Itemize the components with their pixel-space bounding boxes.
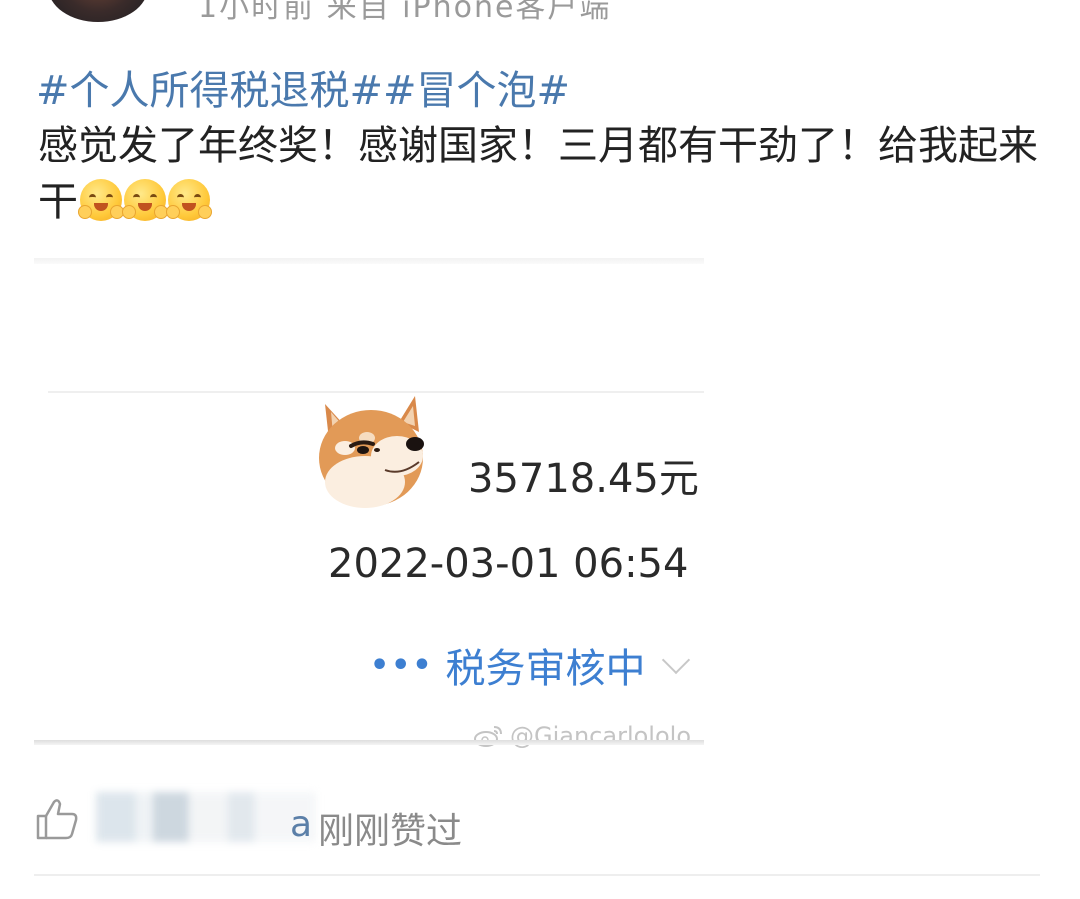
status-dots: ••• — [370, 647, 434, 683]
section-divider — [34, 874, 1040, 876]
shiba-doge-icon — [319, 396, 424, 508]
hugging-face-emoji-icon — [122, 179, 168, 221]
username-tail[interactable]: a — [290, 804, 312, 845]
post-meta: 1小时前 来自 iPhone客户端 — [198, 0, 612, 25]
likes-row: a 刚刚赞过 — [34, 786, 734, 856]
thumbs-up-icon[interactable] — [34, 796, 80, 842]
blurred-username[interactable] — [96, 792, 316, 842]
user-avatar[interactable] — [48, 0, 148, 22]
watermark-text: @Giancarlololo — [510, 722, 692, 750]
status-dropdown[interactable]: ••• 税务审核中 — [370, 636, 690, 694]
chevron-down-icon — [661, 645, 690, 675]
image-bottom-edge — [34, 740, 704, 745]
image-top-edge — [34, 258, 704, 264]
status-label: 税务审核中 — [445, 646, 646, 692]
post-topics[interactable]: #个人所得税退税##冒个泡# — [36, 58, 570, 116]
hugging-face-emoji-icon — [78, 179, 124, 221]
watermark: @Giancarlololo — [474, 722, 706, 750]
liked-label: 刚刚赞过 — [318, 811, 463, 852]
post-body: 感觉发了年终奖！感谢国家！三月都有干劲了！给我起来干 — [38, 118, 1048, 230]
hugging-face-emoji-icon — [166, 179, 212, 221]
refund-amount: 35718.45元 — [468, 456, 699, 502]
refund-datetime: 2022-03-01 06:54 — [328, 541, 689, 587]
